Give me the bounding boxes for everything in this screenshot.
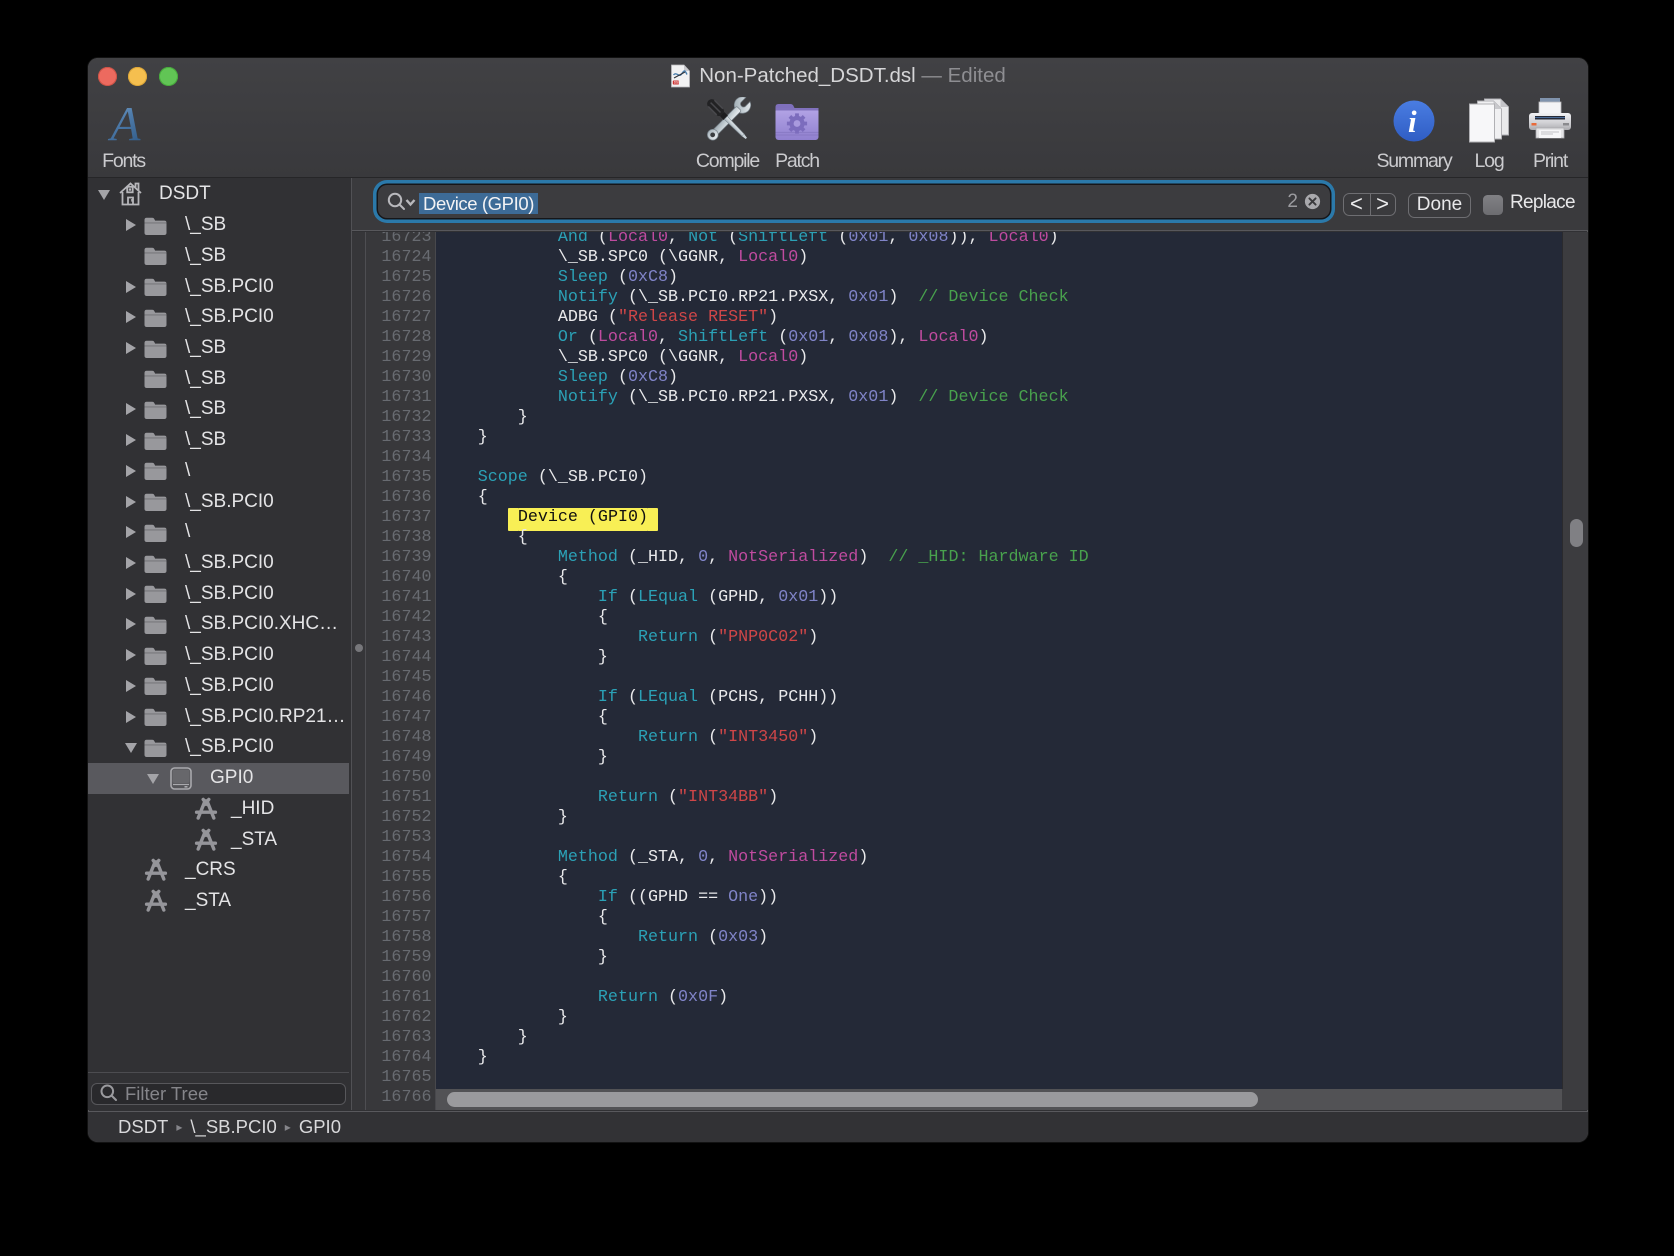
svg-text:A: A (107, 98, 141, 148)
svg-text:DSL: DSL (674, 81, 680, 85)
